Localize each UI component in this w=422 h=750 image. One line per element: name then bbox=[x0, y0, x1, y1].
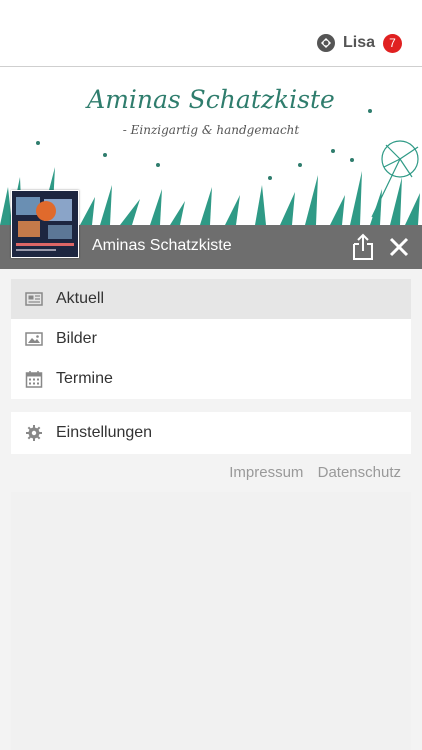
notification-badge[interactable]: 7 bbox=[383, 33, 402, 53]
calendar-icon bbox=[25, 371, 43, 388]
menu-item-bilder[interactable]: Bilder bbox=[11, 319, 411, 359]
close-icon[interactable] bbox=[388, 236, 410, 258]
menu-label-bilder: Bilder bbox=[56, 330, 97, 347]
top-bar: Lisa 7 bbox=[0, 0, 422, 67]
banner-subtitle: - Einzigartig & handgemacht bbox=[122, 123, 300, 137]
datenschutz-link[interactable]: Datenschutz bbox=[318, 464, 401, 481]
impressum-link[interactable]: Impressum bbox=[229, 464, 303, 481]
menu-item-einstellungen[interactable]: Einstellungen bbox=[11, 412, 411, 454]
settings-menu: Einstellungen bbox=[11, 412, 411, 454]
banner-title: Aminas Schatzkiste bbox=[87, 85, 335, 114]
footer-links: Impressum Datenschutz bbox=[219, 464, 401, 481]
newspaper-icon bbox=[25, 292, 43, 306]
page-thumbnail bbox=[11, 190, 79, 258]
app-logo-icon bbox=[316, 34, 335, 52]
image-icon bbox=[25, 332, 43, 346]
user-menu[interactable]: Lisa 7 bbox=[316, 33, 402, 53]
page-title: Aminas Schatzkiste bbox=[92, 237, 232, 254]
navigation-menu: Aktuell Bilder Termine bbox=[11, 279, 411, 399]
thumbnail-image bbox=[12, 191, 78, 257]
empty-content-area bbox=[11, 492, 411, 750]
menu-label-termine: Termine bbox=[56, 370, 113, 387]
share-icon[interactable] bbox=[350, 233, 376, 261]
menu-label-aktuell: Aktuell bbox=[56, 290, 105, 307]
menu-label-einstellungen: Einstellungen bbox=[56, 424, 153, 441]
gear-icon bbox=[26, 425, 42, 441]
user-name: Lisa bbox=[342, 34, 375, 51]
menu-item-termine[interactable]: Termine bbox=[11, 359, 411, 399]
menu-item-aktuell[interactable]: Aktuell bbox=[11, 279, 411, 319]
